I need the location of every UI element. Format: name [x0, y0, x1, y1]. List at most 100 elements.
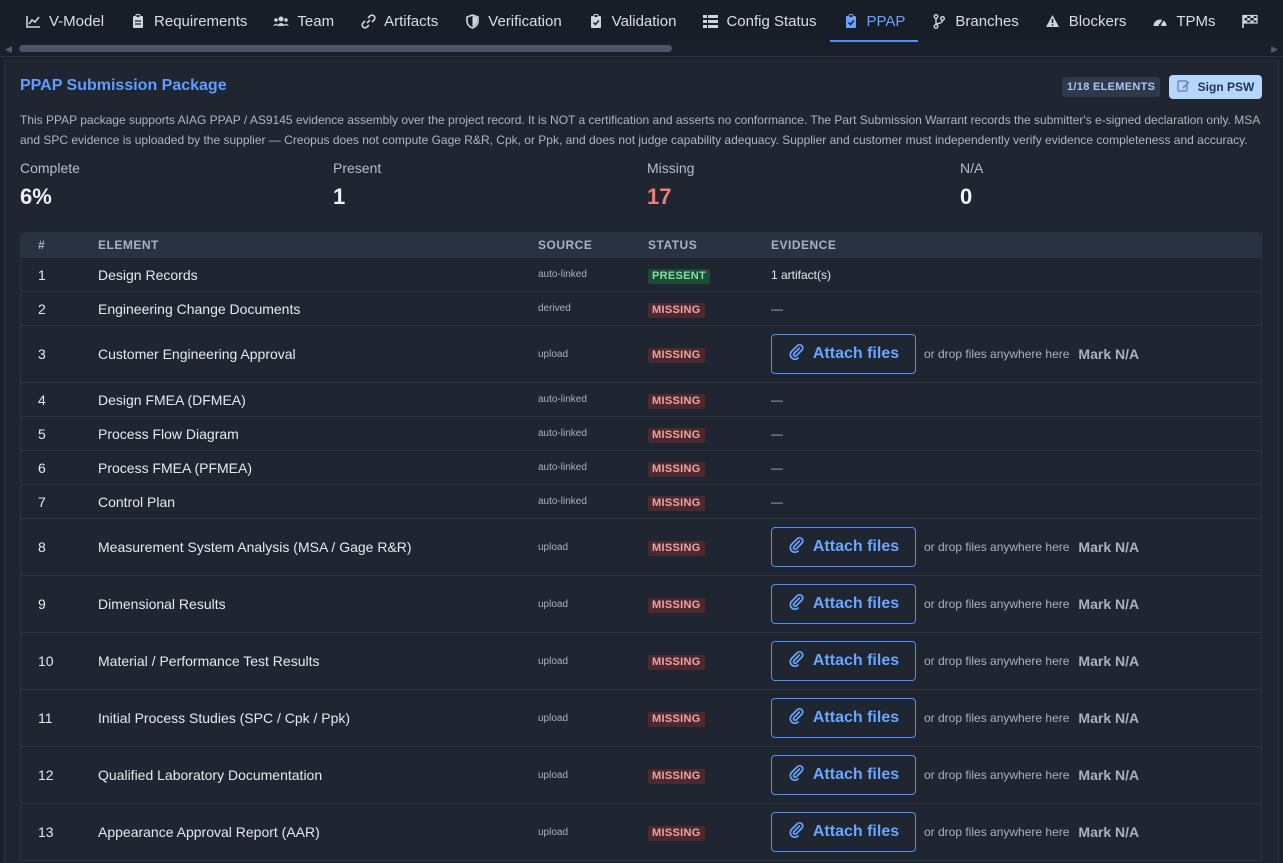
sign-psw-button[interactable]: Sign PSW [1169, 75, 1262, 99]
attach-files-button[interactable]: Attach files [771, 334, 916, 374]
tab-requirements[interactable]: Requirements [117, 0, 260, 42]
attach-files-button[interactable]: Attach files [771, 584, 916, 624]
mark-na-button[interactable]: Mark N/A [1078, 539, 1139, 555]
source-value: upload [538, 541, 569, 553]
table-row: 2 Engineering Change Documents derived MISS… [21, 291, 1261, 325]
chart-line-icon [25, 13, 41, 29]
tab-bar: V-Model Requirements Team Artifacts Verifica… [0, 0, 1283, 57]
row-number: 13 [38, 824, 54, 840]
status-badge: MISSING [648, 598, 705, 613]
tab-branches[interactable]: Branches [918, 0, 1031, 42]
attach-files-button[interactable]: Attach files [771, 698, 916, 738]
tab-team[interactable]: Team [260, 0, 347, 42]
attach-files-button[interactable]: Attach files [771, 527, 916, 567]
source-value: upload [538, 598, 569, 610]
source-value: auto-linked [538, 269, 587, 280]
scroll-left-icon[interactable]: ◀ [5, 44, 12, 55]
status-cell: MISSING [648, 391, 771, 409]
evidence-cell: Attach files or drop files anywhere here M… [771, 584, 1261, 624]
clipboard-check-icon [843, 13, 859, 29]
element-name: Initial Process Studies (SPC / Cpk / Ppk… [98, 710, 351, 726]
tab-label: Requirements [154, 12, 248, 30]
tab-validation[interactable]: Validation [575, 0, 690, 42]
status-badge: MISSING [648, 655, 705, 670]
paperclip-icon [788, 650, 805, 672]
status-badge: MISSING [648, 348, 705, 363]
evidence-cell: — [771, 302, 1261, 316]
tab-tpms[interactable]: TPMs [1139, 0, 1228, 42]
paperclip-icon [788, 343, 805, 365]
element-name: Measurement System Analysis (MSA / Gage … [98, 539, 412, 555]
row-number: 3 [38, 346, 46, 362]
attach-files-label: Attach files [812, 709, 900, 726]
mark-na-button[interactable]: Mark N/A [1078, 824, 1139, 840]
drop-hint: or drop files anywhere here [924, 347, 1070, 361]
attach-files-label: Attach files [812, 595, 900, 612]
mark-na-button[interactable]: Mark N/A [1078, 346, 1139, 362]
source-value: auto-linked [538, 428, 587, 439]
attach-files-label: Attach files [812, 766, 900, 783]
table-header: # ELEMENT SOURCE STATUS EVIDENCE [21, 232, 1261, 257]
mark-na-button[interactable]: Mark N/A [1078, 653, 1139, 669]
table-row: 10 Material / Performance Test Results upl… [21, 632, 1261, 689]
scrollbar-thumb[interactable] [19, 45, 672, 52]
clipboard-check-icon [588, 13, 604, 29]
row-number: 8 [38, 539, 46, 555]
table-row: 8 Measurement System Analysis (MSA / Gage… [21, 518, 1261, 575]
tab-flag-checkered-icon[interactable] [1229, 0, 1279, 42]
tab-blockers[interactable]: Blockers [1032, 0, 1140, 42]
source-value: upload [538, 712, 569, 724]
tab-scrollbar[interactable]: ◀ ▶ [0, 42, 1283, 55]
signature-icon [1176, 79, 1191, 95]
drop-hint: or drop files anywhere here [924, 654, 1070, 668]
ppap-elements-table: # ELEMENT SOURCE STATUS EVIDENCE 1 Design… [20, 232, 1262, 861]
status-badge: MISSING [648, 393, 705, 409]
attach-files-button[interactable]: Attach files [771, 641, 916, 681]
row-number: 10 [38, 653, 54, 669]
evidence-cell: Attach files or drop files anywhere here M… [771, 812, 1261, 852]
table-row: 4 Design FMEA (DFMEA) auto-linked MISSING — [21, 382, 1261, 416]
attach-files-label: Attach files [812, 345, 900, 362]
row-number: 11 [38, 710, 53, 726]
tabs-list: V-Model Requirements Team Artifacts Verifica… [12, 0, 1279, 42]
tab-label: V-Model [49, 12, 105, 30]
stat-na: N/A 0 [960, 160, 983, 210]
tab-label: Verification [488, 12, 562, 30]
table-row: 11 Initial Process Studies (SPC / Cpk / P… [21, 689, 1261, 746]
status-badge: MISSING [648, 302, 705, 318]
row-number: 2 [38, 300, 46, 317]
element-name: Dimensional Results [98, 596, 226, 612]
attach-files-button[interactable]: Attach files [771, 812, 916, 852]
tab-ppap[interactable]: PPAP [829, 0, 919, 42]
paperclip-icon [788, 536, 805, 558]
status-cell: MISSING [648, 300, 771, 318]
tab-verification[interactable]: Verification [451, 0, 574, 42]
tab-v-model[interactable]: V-Model [12, 0, 117, 42]
table-row: 1 Design Records auto-linked PRESENT 1 artif… [21, 257, 1261, 291]
evidence-cell: — [771, 495, 1261, 509]
drop-hint: or drop files anywhere here [924, 768, 1070, 782]
status-cell: MISSING [648, 345, 771, 363]
tab-artifacts[interactable]: Artifacts [347, 0, 451, 42]
attach-files-button[interactable]: Attach files [771, 755, 916, 795]
row-number: 1 [38, 266, 46, 283]
scroll-right-icon[interactable]: ▶ [1271, 44, 1278, 55]
evidence-cell: — [771, 393, 1261, 407]
tab-label: Artifacts [384, 12, 439, 30]
stat-present: Present 1 [333, 160, 381, 210]
mark-na-button[interactable]: Mark N/A [1078, 767, 1139, 783]
mark-na-button[interactable]: Mark N/A [1078, 710, 1139, 726]
row-number: 12 [38, 767, 54, 783]
status-cell: MISSING [648, 459, 771, 477]
evidence-cell: Attach files or drop files anywhere here M… [771, 334, 1261, 374]
row-number: 7 [38, 493, 46, 510]
tab-config-status[interactable]: Config Status [689, 0, 829, 42]
evidence-cell: Attach files or drop files anywhere here M… [771, 698, 1261, 738]
mark-na-button[interactable]: Mark N/A [1078, 596, 1139, 612]
tab-label: Validation [611, 12, 677, 30]
status-cell: MISSING [648, 595, 771, 613]
tab-label: Team [297, 12, 335, 30]
attach-files-label: Attach files [812, 823, 900, 840]
tab-label: Blockers [1068, 12, 1127, 30]
flag-checkered-icon [1241, 13, 1258, 29]
